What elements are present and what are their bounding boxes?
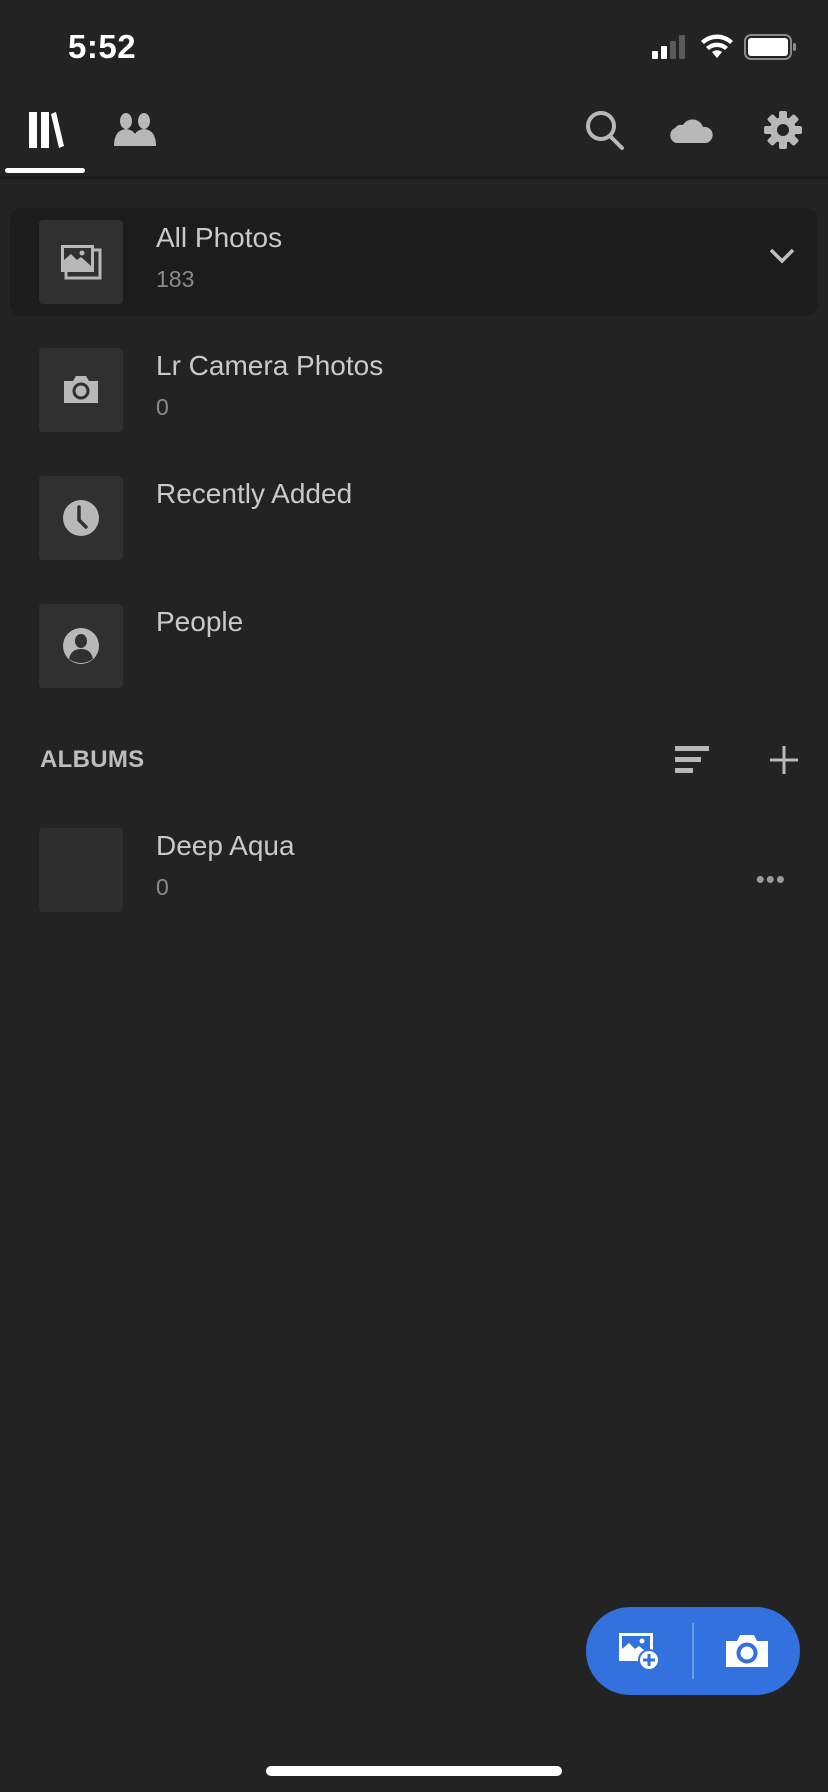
row-title: Lr Camera Photos [156, 350, 384, 381]
cloud-icon [670, 119, 713, 143]
chevron-down-icon [769, 248, 795, 264]
nav-divider [0, 176, 828, 179]
more-horizontal-icon: ••• [755, 864, 786, 894]
home-indicator [266, 1766, 562, 1776]
row-title: All Photos [156, 222, 283, 253]
row-title: Deep Aqua [156, 830, 295, 861]
open-camera-button[interactable] [694, 1607, 800, 1695]
people-thumbnail [39, 604, 123, 688]
row-title: Recently Added [156, 478, 353, 509]
add-photos-fab [586, 1607, 800, 1695]
row-count: 0 [156, 874, 169, 900]
recently-added-thumbnail [39, 476, 123, 560]
plus-icon [770, 746, 798, 774]
active-tab-indicator [5, 168, 85, 173]
all-photos-thumbnail [39, 220, 123, 304]
tab-shared[interactable] [108, 95, 162, 165]
camera-icon [64, 376, 98, 403]
album-more-button[interactable]: ••• [756, 864, 786, 895]
tab-library[interactable] [20, 95, 70, 165]
library-item-recently-added[interactable]: Recently Added [10, 464, 818, 572]
expand-button[interactable] [768, 246, 796, 271]
battery-icon [744, 34, 796, 60]
status-time: 5:52 [68, 28, 137, 65]
settings-button[interactable] [756, 95, 810, 165]
row-title: People [156, 606, 244, 637]
status-icons [650, 34, 798, 60]
cloud-sync-button[interactable] [664, 95, 718, 165]
albums-section-title: ALBUMS [40, 746, 145, 773]
wifi-icon [701, 34, 733, 58]
album-item-deep-aqua[interactable]: Deep Aqua 0 ••• [10, 816, 818, 924]
row-count: 183 [156, 266, 195, 292]
library-item-all-photos[interactable]: All Photos 183 [10, 208, 818, 316]
cellular-signal-icon [652, 35, 685, 59]
library-item-people[interactable]: People [10, 592, 818, 700]
top-navigation [0, 95, 828, 177]
sort-icon [675, 746, 709, 773]
clock-icon [63, 500, 99, 536]
search-icon [586, 111, 624, 150]
row-count: 0 [156, 394, 169, 420]
gear-icon [764, 111, 802, 149]
library-item-lr-camera-photos[interactable]: Lr Camera Photos 0 [10, 336, 818, 444]
search-button[interactable] [578, 95, 632, 165]
photos-stack-icon [61, 245, 102, 280]
library-books-icon [29, 112, 64, 148]
album-thumbnail [39, 828, 123, 912]
add-photo-icon [619, 1633, 660, 1671]
camera-icon [726, 1635, 768, 1667]
person-icon [63, 628, 99, 664]
people-icon [114, 113, 156, 146]
camera-photos-thumbnail [39, 348, 123, 432]
add-photos-button[interactable] [586, 1607, 692, 1695]
sort-albums-button[interactable] [668, 738, 716, 782]
add-album-button[interactable] [760, 738, 808, 782]
